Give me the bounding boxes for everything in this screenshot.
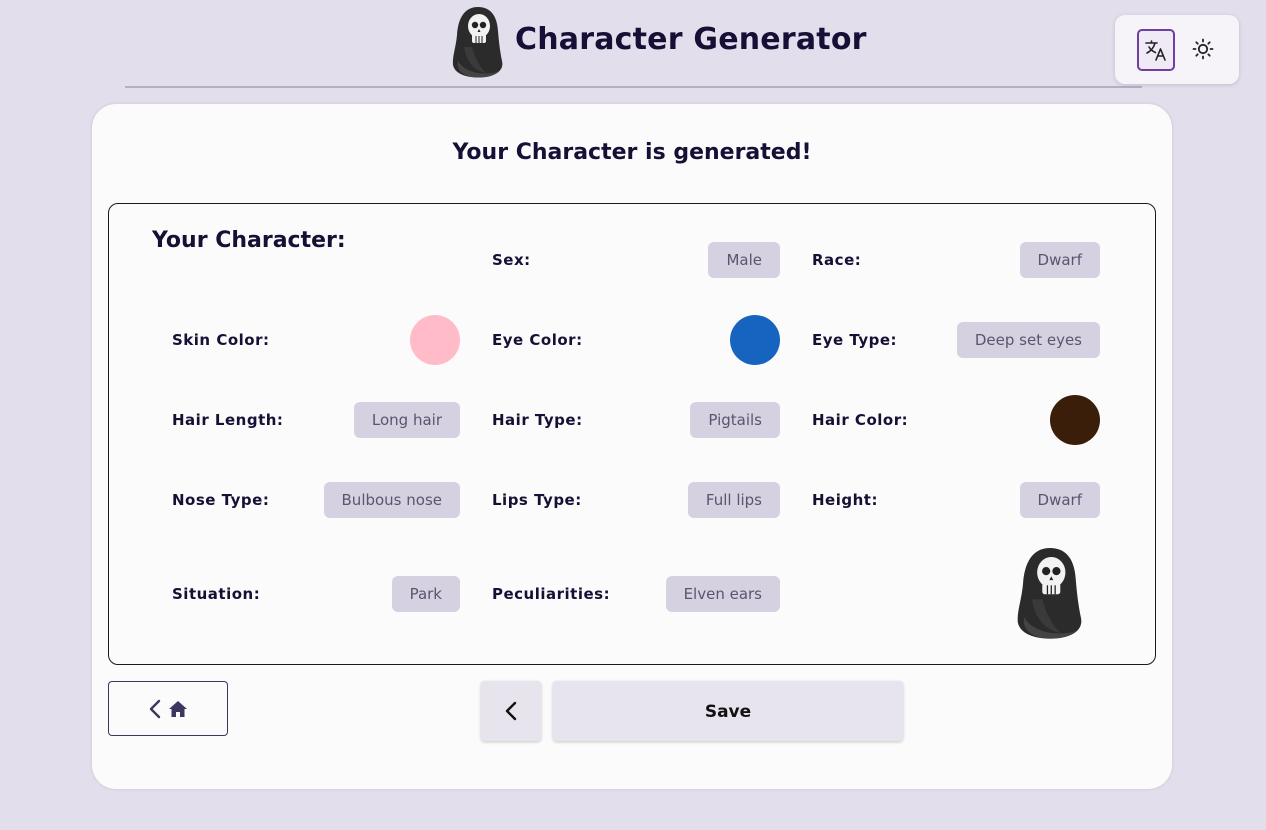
sun-icon xyxy=(1192,38,1214,60)
result-card: Your Character is generated! Your Charac… xyxy=(92,104,1172,789)
app-header: Character Generator xyxy=(0,0,1266,90)
result-title: Your Character is generated! xyxy=(452,140,812,165)
field-peculiarities: Peculiarities: Elven ears xyxy=(492,569,780,619)
field-eye-type: Eye Type: Deep set eyes xyxy=(812,315,1100,365)
header-divider xyxy=(125,86,1142,88)
field-label: Sex: xyxy=(492,251,531,269)
home-icon xyxy=(169,700,187,717)
translate-icon xyxy=(1145,40,1166,61)
field-sex: Sex: Male xyxy=(492,235,780,285)
sex-value-chip[interactable]: Male xyxy=(708,242,780,278)
character-summary: Your Character: Sex: Male Race: Dwarf Sk… xyxy=(108,203,1156,665)
hooded-skull-icon xyxy=(1017,548,1082,639)
back-button[interactable] xyxy=(481,681,541,741)
field-hair-color: Hair Color: xyxy=(812,395,1100,445)
field-label: Hair Color: xyxy=(812,411,909,429)
field-situation: Situation: Park xyxy=(172,569,460,619)
field-label: Eye Type: xyxy=(812,331,898,349)
chevron-left-icon xyxy=(149,699,161,718)
situation-value-chip[interactable]: Park xyxy=(391,576,460,612)
skin-color-swatch[interactable] xyxy=(410,315,460,365)
lips-type-value-chip[interactable]: Full lips xyxy=(687,482,780,518)
hair-type-value-chip[interactable]: Pigtails xyxy=(690,402,780,438)
theme-toggle-button[interactable] xyxy=(1186,30,1220,68)
character-heading: Your Character: xyxy=(152,228,346,253)
save-button[interactable]: Save xyxy=(553,681,903,741)
peculiarities-value-chip[interactable]: Elven ears xyxy=(665,576,780,612)
field-label: Hair Length: xyxy=(172,411,284,429)
hair-length-value-chip[interactable]: Long hair xyxy=(353,402,460,438)
back-home-button[interactable] xyxy=(108,681,228,736)
hair-color-swatch[interactable] xyxy=(1050,395,1100,445)
field-label: Situation: xyxy=(172,585,261,603)
field-eye-color: Eye Color: xyxy=(492,315,780,365)
field-hair-type: Hair Type: Pigtails xyxy=(492,395,780,445)
field-label: Hair Type: xyxy=(492,411,583,429)
field-lips-type: Lips Type: Full lips xyxy=(492,475,780,525)
field-label: Lips Type: xyxy=(492,491,582,509)
eye-type-value-chip[interactable]: Deep set eyes xyxy=(956,322,1100,358)
field-nose-type: Nose Type: Bulbous nose xyxy=(172,475,460,525)
chevron-left-icon xyxy=(505,701,517,721)
eye-color-swatch[interactable] xyxy=(730,315,780,365)
settings-toolbar xyxy=(1115,15,1239,84)
nose-type-value-chip[interactable]: Bulbous nose xyxy=(323,482,460,518)
field-hair-length: Hair Length: Long hair xyxy=(172,395,460,445)
field-label: Peculiarities: xyxy=(492,585,611,603)
app-title: Character Generator xyxy=(515,22,867,57)
height-value-chip[interactable]: Dwarf xyxy=(1019,482,1100,518)
field-skin-color: Skin Color: xyxy=(172,315,460,365)
field-label: Height: xyxy=(812,491,878,509)
race-value-chip[interactable]: Dwarf xyxy=(1019,242,1100,278)
field-label: Skin Color: xyxy=(172,331,270,349)
field-label: Race: xyxy=(812,251,862,269)
field-race: Race: Dwarf xyxy=(812,235,1100,285)
translate-button[interactable] xyxy=(1137,29,1175,71)
hooded-skull-icon xyxy=(452,7,503,78)
field-height: Height: Dwarf xyxy=(812,475,1100,525)
field-label: Eye Color: xyxy=(492,331,583,349)
field-label: Nose Type: xyxy=(172,491,270,509)
